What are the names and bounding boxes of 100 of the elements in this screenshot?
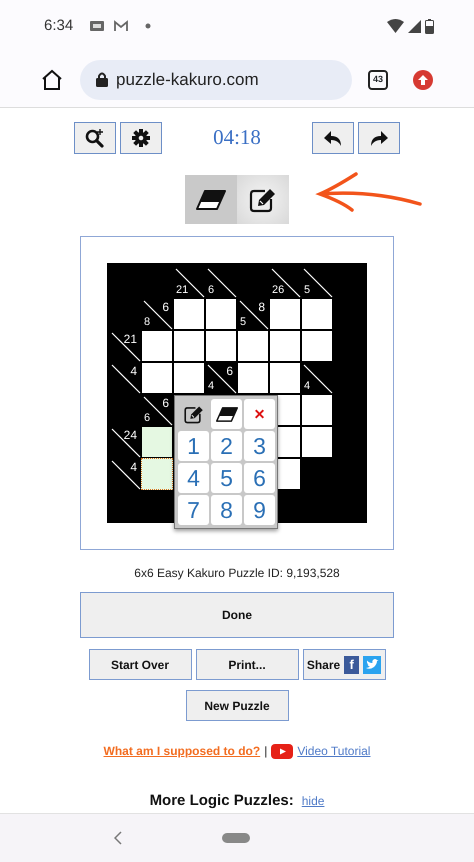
notification-icon [89, 19, 106, 33]
puzzle-cell[interactable] [205, 330, 237, 362]
new-puzzle-button[interactable]: New Puzzle [186, 690, 288, 721]
clear-button[interactable]: × [244, 399, 275, 429]
puzzle-cell[interactable] [173, 298, 205, 330]
digit-button[interactable]: 2 [211, 431, 242, 461]
print-button[interactable]: Print... [196, 649, 298, 680]
facebook-icon[interactable]: f [344, 656, 360, 674]
down-clue: 6 [144, 413, 150, 424]
digit-button[interactable]: 3 [244, 431, 275, 461]
down-clue: 5 [240, 317, 246, 328]
pencil-mode-button[interactable] [237, 175, 289, 224]
puzzle-cell[interactable] [301, 394, 333, 426]
clue-diagonal [237, 298, 269, 330]
down-clue: 4 [208, 381, 214, 392]
puzzle-cell[interactable] [141, 458, 173, 490]
section-heading: More Logic Puzzles: [150, 791, 294, 811]
puzzle-cell[interactable] [301, 426, 333, 458]
status-time: 6:34 [44, 16, 74, 36]
across-clue: 21 [124, 333, 137, 345]
lock-icon [96, 72, 108, 87]
separator-text: | [264, 743, 268, 760]
tab-count[interactable]: 43 [368, 70, 388, 90]
puzzle-cell[interactable] [141, 362, 173, 394]
digit-button[interactable]: 4 [178, 463, 209, 493]
puzzle-cell[interactable] [269, 362, 301, 394]
puzzle-cell[interactable] [205, 298, 237, 330]
video-tutorial-link[interactable]: Video Tutorial [297, 742, 370, 760]
clue-diagonal [109, 330, 141, 362]
signal-icon [408, 19, 421, 33]
clue-diagonal [109, 426, 141, 458]
pencil-icon [182, 404, 204, 424]
clue-diagonal [269, 266, 301, 298]
undo-icon [323, 129, 343, 147]
redo-button[interactable] [358, 122, 400, 154]
puzzle-cell[interactable] [269, 298, 301, 330]
mail-icon [113, 19, 130, 33]
start-over-button[interactable]: Start Over [88, 649, 192, 680]
settings-icon [131, 128, 151, 148]
puzzle-cell[interactable] [141, 330, 173, 362]
digit-button[interactable]: 6 [244, 463, 275, 493]
digit-button[interactable]: 9 [244, 495, 275, 525]
help-link[interactable]: What am I supposed to do? [104, 742, 260, 760]
back-icon[interactable] [114, 831, 122, 845]
undo-button[interactable] [312, 122, 354, 154]
done-button[interactable]: Done [80, 592, 394, 638]
wifi-icon [387, 19, 404, 33]
down-clue: 21 [176, 285, 188, 296]
down-clue: 8 [144, 317, 150, 328]
down-clue: 6 [208, 285, 214, 296]
eraser-icon [196, 188, 226, 210]
zoom-in-button[interactable] [74, 122, 116, 154]
across-clue: 6 [162, 397, 169, 409]
clue-diagonal [301, 266, 333, 298]
puzzle-caption: 6x6 Easy Kakuro Puzzle ID: 9,193,528 [134, 566, 340, 580]
address-bar[interactable]: puzzle-kakuro.com [80, 60, 352, 100]
clue-diagonal [109, 362, 141, 394]
dot-icon [145, 23, 152, 29]
puzzle-cell[interactable] [141, 426, 173, 458]
hide-link[interactable]: hide [302, 792, 324, 810]
clue-diagonal [141, 394, 173, 426]
twitter-icon[interactable] [363, 656, 382, 674]
pencil-icon [249, 186, 277, 212]
puzzle-cell[interactable] [301, 330, 333, 362]
home-icon[interactable] [40, 68, 64, 92]
video-play-icon[interactable] [271, 744, 294, 758]
redo-icon [369, 129, 389, 147]
clue-diagonal [301, 362, 333, 394]
across-clue: 4 [130, 461, 137, 473]
puzzle-cell[interactable] [301, 298, 333, 330]
clue-diagonal [205, 362, 237, 394]
share-button[interactable]: Share f [302, 649, 386, 680]
digit-button[interactable]: 5 [211, 463, 242, 493]
zoom-in-icon [85, 128, 105, 148]
digit-button[interactable]: 1 [178, 431, 209, 461]
puzzle-cell[interactable] [237, 362, 269, 394]
battery-icon [425, 18, 434, 34]
down-clue: 5 [304, 285, 310, 296]
settings-button[interactable] [120, 122, 162, 154]
clue-diagonal [205, 266, 237, 298]
eraser-button[interactable] [211, 399, 242, 429]
digit-button[interactable]: 7 [178, 495, 209, 525]
puzzle-cell[interactable] [269, 330, 301, 362]
home-pill-icon[interactable] [222, 833, 250, 843]
across-clue: 4 [130, 365, 137, 377]
across-clue: 24 [124, 429, 137, 441]
clue-diagonal [173, 266, 205, 298]
digit-button[interactable]: 8 [211, 495, 242, 525]
down-clue: 4 [304, 381, 310, 392]
across-clue: 8 [258, 301, 265, 313]
url-text: puzzle-kakuro.com [116, 68, 259, 91]
puzzle-cell[interactable] [237, 330, 269, 362]
puzzle-cell[interactable] [173, 330, 205, 362]
puzzle-cell[interactable] [173, 362, 205, 394]
eraser-icon [216, 404, 238, 424]
upload-icon[interactable] [412, 68, 434, 90]
clue-diagonal [109, 458, 141, 490]
across-clue: 6 [226, 365, 233, 377]
share-label: Share [306, 656, 340, 674]
down-clue: 26 [272, 285, 284, 296]
